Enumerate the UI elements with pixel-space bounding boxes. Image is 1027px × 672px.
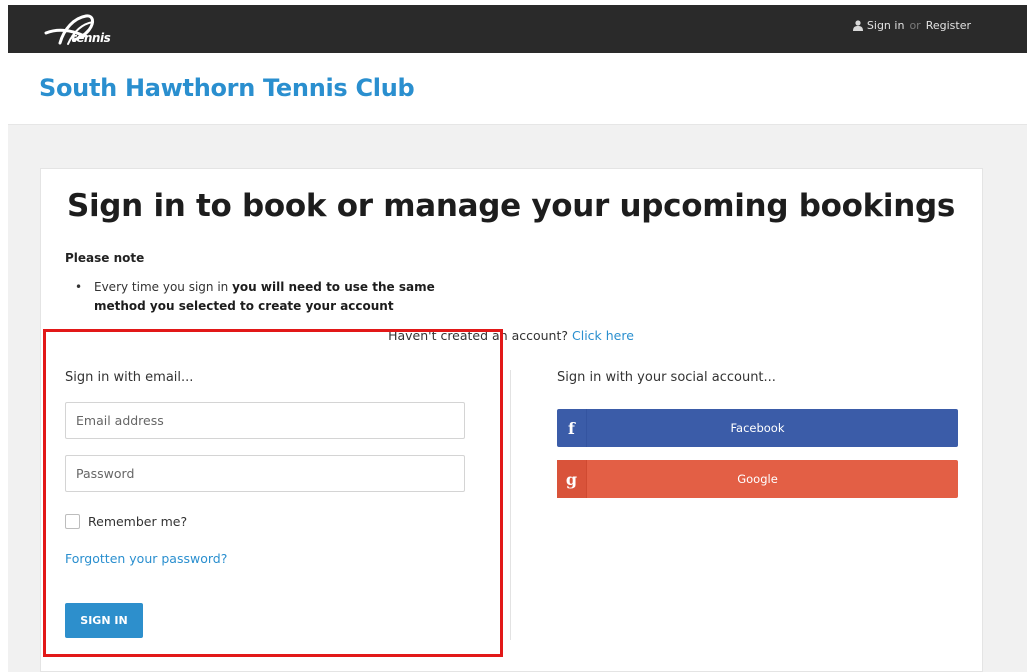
create-account-text: Haven't created an account? bbox=[388, 328, 572, 343]
create-account-link[interactable]: Click here bbox=[572, 328, 634, 343]
google-signin-button[interactable]: Google g bbox=[557, 460, 958, 498]
user-icon bbox=[852, 20, 863, 31]
note-title: Please note bbox=[65, 251, 145, 265]
club-header: South Hawthorn Tennis Club bbox=[8, 53, 1027, 125]
remember-me-label[interactable]: Remember me? bbox=[88, 514, 187, 529]
bullet-icon: • bbox=[75, 280, 83, 294]
sign-in-button[interactable]: SIGN IN bbox=[65, 603, 143, 638]
email-input[interactable] bbox=[65, 402, 465, 439]
club-title[interactable]: South Hawthorn Tennis Club bbox=[39, 74, 415, 102]
nav-register-link[interactable]: Register bbox=[926, 19, 971, 32]
top-navbar: tennis Sign in or Register bbox=[8, 5, 1027, 53]
note-text: Every time you sign in you will need to … bbox=[94, 278, 474, 316]
facebook-signin-button[interactable]: Facebook f bbox=[557, 409, 958, 447]
forgot-password-link[interactable]: Forgotten your password? bbox=[65, 551, 227, 566]
note-prefix: Every time you sign in bbox=[94, 280, 233, 294]
email-section-label: Sign in with email... bbox=[65, 370, 194, 385]
google-label: Google bbox=[737, 472, 778, 486]
create-account-line: Haven't created an account? Click here bbox=[0, 328, 1022, 343]
facebook-label: Facebook bbox=[730, 421, 785, 435]
google-icon: g bbox=[557, 460, 587, 498]
remember-me-checkbox[interactable] bbox=[65, 514, 80, 529]
column-divider bbox=[510, 370, 511, 640]
facebook-icon: f bbox=[557, 409, 587, 447]
nav-or-text: or bbox=[909, 19, 921, 32]
remember-me-row: Remember me? bbox=[65, 514, 187, 529]
password-input[interactable] bbox=[65, 455, 465, 492]
auth-links: Sign in or Register bbox=[852, 19, 971, 32]
nav-sign-in-link[interactable]: Sign in bbox=[867, 19, 905, 32]
page-heading: Sign in to book or manage your upcoming … bbox=[66, 188, 956, 224]
logo-text: tennis bbox=[71, 31, 111, 45]
social-section-label: Sign in with your social account... bbox=[557, 370, 776, 385]
